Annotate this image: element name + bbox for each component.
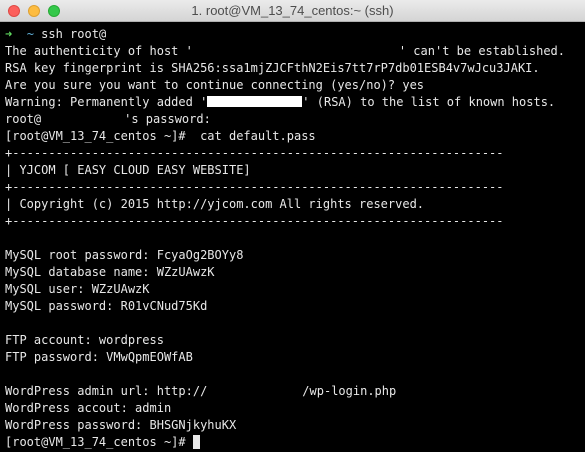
divider-line: +---------------------------------------…	[5, 146, 504, 160]
divider-line: +---------------------------------------…	[5, 180, 504, 194]
ssh-command-text: ssh root@	[41, 27, 107, 41]
wordpress-admin-url-line: WordPress admin url: http:// /wp-login.ph…	[5, 383, 585, 400]
wordpress-url-end: /wp-login.php	[302, 384, 397, 398]
password-prompt-line: root@ 's password:	[5, 111, 585, 128]
final-prompt-text: [root@VM_13_74_centos ~]#	[5, 435, 193, 449]
cat-command-line: [root@VM_13_74_centos ~]# cat default.pa…	[5, 129, 316, 143]
redacted-host	[207, 385, 302, 396]
ftp-account-line: FTP account: wordpress	[5, 333, 164, 347]
authenticity-text-start: The authenticity of host '	[5, 44, 193, 58]
divider-line: +---------------------------------------…	[5, 214, 504, 228]
mysql-password-line: MySQL password: R01vCNud75Kd	[5, 299, 208, 313]
rsa-fingerprint-line: RSA key fingerprint is SHA256:ssa1mjZJCF…	[5, 61, 540, 75]
copyright-line: | Copyright (c) 2015 http://yjcom.com Al…	[5, 197, 425, 211]
authenticity-text-end: ' can't be established.	[398, 44, 566, 58]
wordpress-account-line: WordPress accout: admin	[5, 401, 172, 415]
redacted-host	[106, 28, 256, 39]
wordpress-url-start: WordPress admin url: http://	[5, 384, 208, 398]
window-title: 1. root@VM_13_74_centos:~ (ssh)	[191, 3, 394, 18]
password-prompt-start: root@	[5, 112, 42, 126]
terminal-window: 1. root@VM_13_74_centos:~ (ssh) ➜ ~ ssh …	[0, 0, 585, 452]
password-prompt-end: 's password:	[124, 112, 211, 126]
text-cursor	[192, 435, 200, 449]
banner-line: | YJCOM [ EASY CLOUD EASY WEBSITE]	[5, 163, 251, 177]
redacted-host	[207, 96, 303, 107]
ftp-password-line: FTP password: VMwQpmEOWfAB	[5, 350, 193, 364]
redacted-host	[41, 113, 124, 124]
warning-text-end: ' (RSA) to the list of known hosts.	[302, 95, 556, 109]
final-prompt-line[interactable]: [root@VM_13_74_centos ~]#	[5, 434, 585, 451]
redacted-host	[193, 45, 399, 56]
mysql-root-password-line: MySQL root password: FcyaOg2BOYy8	[5, 248, 244, 262]
title-bar[interactable]: 1. root@VM_13_74_centos:~ (ssh)	[0, 0, 585, 22]
continue-question-line: Are you sure you want to continue connec…	[5, 78, 425, 92]
mysql-user-line: MySQL user: WZzUAwzK	[5, 282, 150, 296]
ssh-command-line: ➜ ~ ssh root@	[5, 26, 585, 43]
terminal-output[interactable]: ➜ ~ ssh root@ The authenticity of host '…	[0, 22, 585, 452]
wordpress-password-line: WordPress password: BHSGNjkyhuKX	[5, 418, 237, 432]
warning-text-start: Warning: Permanently added '	[5, 95, 208, 109]
prompt-arrow-icon: ➜	[5, 27, 13, 41]
prompt-directory: ~	[26, 27, 34, 41]
mysql-database-name-line: MySQL database name: WZzUAwzK	[5, 265, 215, 279]
warning-line: Warning: Permanently added ' ' (RSA) to t…	[5, 94, 585, 111]
authenticity-line: The authenticity of host ' ' can't be est…	[5, 43, 585, 60]
